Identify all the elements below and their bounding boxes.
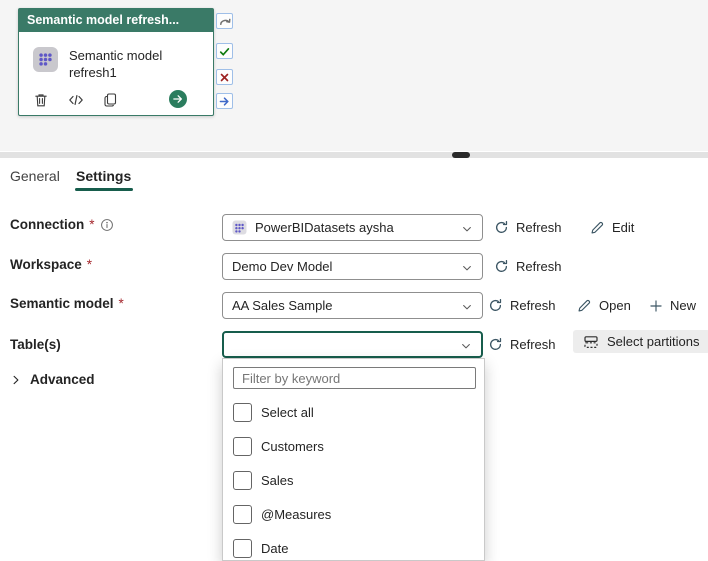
option-measures[interactable]: @Measures xyxy=(233,505,331,524)
copy-icon[interactable] xyxy=(103,92,119,108)
option-select-all[interactable]: Select all xyxy=(233,403,314,422)
delete-icon[interactable] xyxy=(33,92,49,108)
tables-dropdown-callout: Select all Customers Sales @Measures Dat… xyxy=(222,358,485,561)
semantic-model-label: Semantic model * xyxy=(10,296,124,311)
activity-title: Semantic model refresh1 xyxy=(69,48,163,80)
workspace-dropdown[interactable]: Demo Dev Model xyxy=(222,253,483,280)
chevron-down-icon xyxy=(460,340,472,355)
port-on-fail-icon[interactable] xyxy=(216,69,233,85)
activity-card[interactable]: Semantic model refresh... Semantic model… xyxy=(18,8,214,116)
refresh-icon xyxy=(495,220,508,233)
activity-card-toolbar xyxy=(33,92,119,108)
code-icon[interactable] xyxy=(68,92,84,108)
plus-icon xyxy=(650,299,662,312)
connection-value: PowerBIDatasets aysha xyxy=(255,220,394,235)
option-customers[interactable]: Customers xyxy=(233,437,324,456)
filter-input[interactable] xyxy=(233,367,476,389)
workspace-value: Demo Dev Model xyxy=(232,259,333,274)
option-date[interactable]: Date xyxy=(233,539,288,558)
refresh-icon xyxy=(489,298,502,311)
info-icon xyxy=(100,218,113,231)
checkbox[interactable] xyxy=(233,437,252,456)
connection-refresh-button[interactable]: Refresh xyxy=(494,214,562,241)
chevron-right-icon xyxy=(13,375,19,384)
workspace-refresh-button[interactable]: Refresh xyxy=(494,253,562,280)
option-sales[interactable]: Sales xyxy=(233,471,294,490)
pipeline-canvas[interactable]: Semantic model refresh... Semantic model… xyxy=(0,0,708,151)
pencil-icon xyxy=(578,299,591,312)
connection-label: Connection * xyxy=(10,217,114,232)
active-tab-indicator xyxy=(75,188,133,191)
port-on-completion-icon[interactable] xyxy=(216,93,233,109)
semantic-model-dropdown[interactable]: AA Sales Sample xyxy=(222,292,483,319)
activity-card-header[interactable]: Semantic model refresh... xyxy=(19,9,213,32)
semantic-model-icon xyxy=(33,47,58,72)
checkbox[interactable] xyxy=(233,505,252,524)
semantic-model-new-button[interactable]: New xyxy=(649,292,696,319)
refresh-icon xyxy=(495,259,508,272)
tab-general[interactable]: General xyxy=(10,168,60,184)
checkbox[interactable] xyxy=(233,539,252,558)
tables-dropdown[interactable] xyxy=(222,331,483,358)
connection-dropdown[interactable]: PowerBIDatasets aysha xyxy=(222,214,483,241)
semantic-model-value: AA Sales Sample xyxy=(232,298,333,313)
chevron-down-icon xyxy=(461,262,473,277)
tab-settings[interactable]: Settings xyxy=(76,168,131,184)
connection-icon xyxy=(232,220,247,235)
settings-panel: General Settings Connection * PowerBIData… xyxy=(0,158,708,561)
checkbox[interactable] xyxy=(233,471,252,490)
connection-edit-button[interactable]: Edit xyxy=(590,214,634,241)
workspace-label: Workspace * xyxy=(10,257,93,272)
advanced-expander[interactable]: Advanced xyxy=(10,372,95,387)
chevron-down-icon xyxy=(461,223,473,238)
select-partitions-button[interactable]: Select partitions xyxy=(573,330,708,353)
activity-card-body: Semantic model refresh1 xyxy=(33,47,184,81)
port-on-success-icon[interactable] xyxy=(216,43,233,59)
pipeline-activity-settings: Semantic model refresh... Semantic model… xyxy=(0,0,708,561)
tables-label: Table(s) xyxy=(10,337,61,352)
semantic-model-open-button[interactable]: Open xyxy=(577,292,631,319)
refresh-icon xyxy=(489,337,502,350)
partitions-icon xyxy=(584,335,598,348)
chevron-down-icon xyxy=(461,301,473,316)
go-next-icon[interactable] xyxy=(169,90,187,108)
port-on-skip-icon[interactable] xyxy=(216,13,233,29)
tables-refresh-button[interactable]: Refresh xyxy=(488,331,556,358)
pencil-icon xyxy=(591,221,604,234)
semantic-model-refresh-button[interactable]: Refresh xyxy=(488,292,556,319)
checkbox[interactable] xyxy=(233,403,252,422)
